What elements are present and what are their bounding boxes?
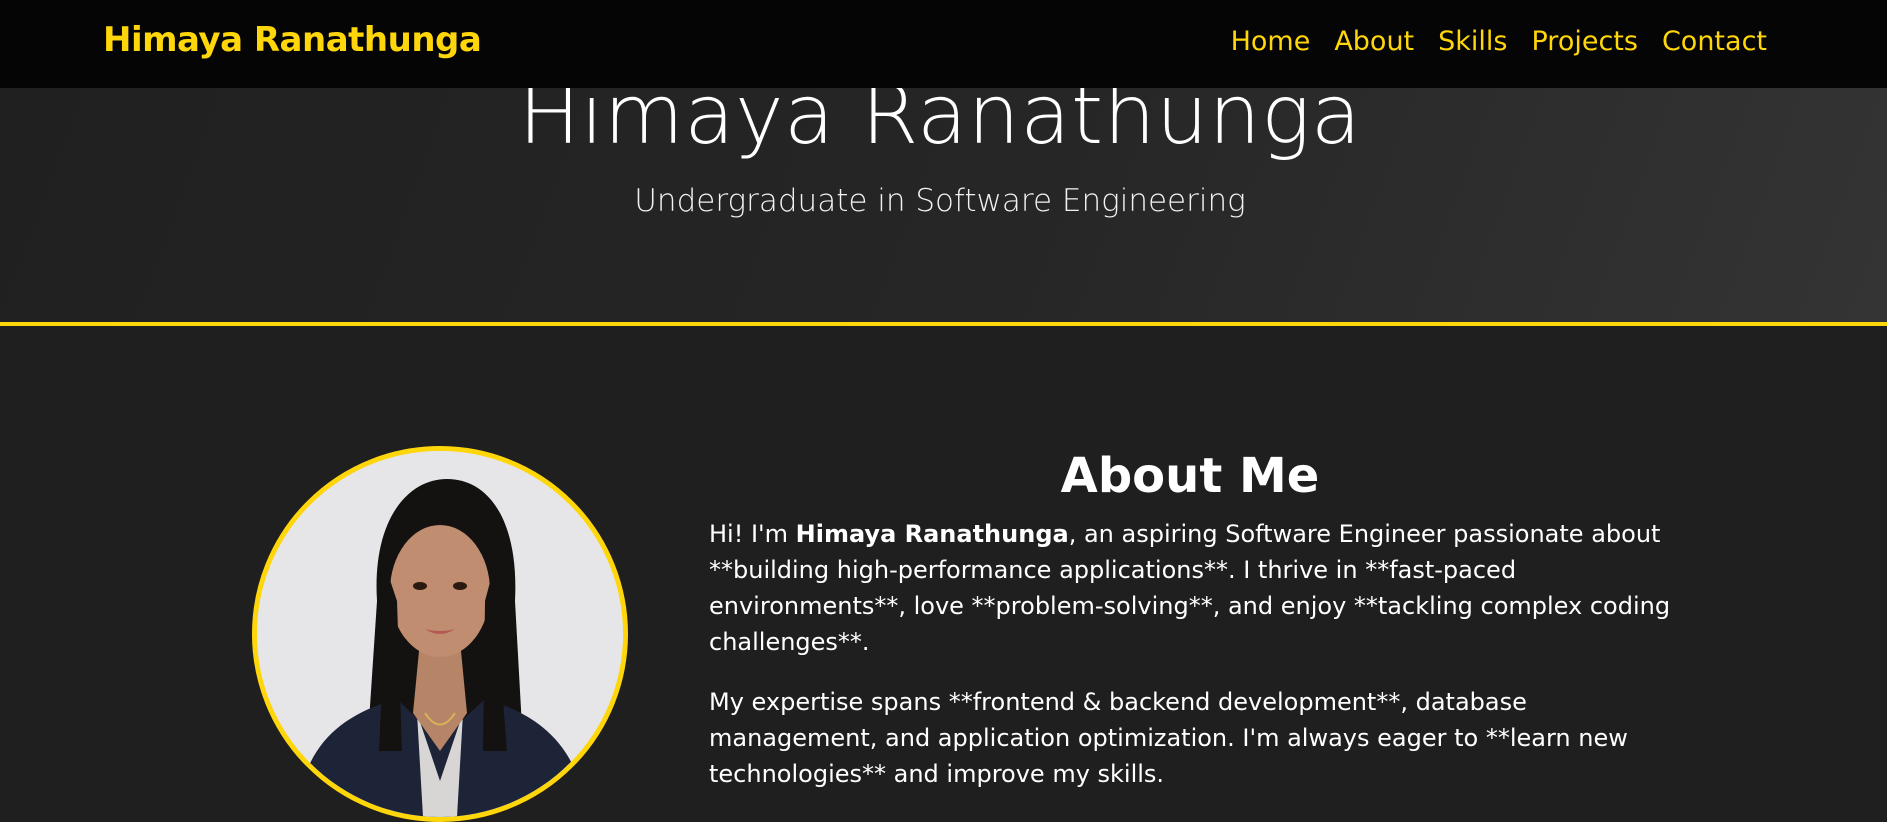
nav-link-skills[interactable]: Skills	[1438, 26, 1507, 57]
about-section: About Me Hi! I'm Himaya Ranathunga, an a…	[0, 326, 1887, 822]
about-name-bold: Himaya Ranathunga	[795, 520, 1069, 548]
brand-logo[interactable]: Himaya Ranathunga	[103, 20, 482, 60]
nav-link-home[interactable]: Home	[1231, 26, 1311, 57]
about-paragraph-1: Hi! I'm Himaya Ranathunga, an aspiring S…	[709, 516, 1689, 660]
about-title: About Me	[1060, 448, 1320, 504]
about-text: Hi! I'm Himaya Ranathunga, an aspiring S…	[709, 516, 1689, 792]
navbar: Himaya Ranathunga Home About Skills Proj…	[0, 0, 1887, 88]
about-intro-text: Hi! I'm	[709, 520, 796, 548]
profile-photo-illustration	[257, 451, 623, 817]
nav-link-projects[interactable]: Projects	[1532, 26, 1638, 57]
nav-link-about[interactable]: About	[1334, 26, 1414, 57]
nav-link-contact[interactable]: Contact	[1662, 26, 1767, 57]
hero-subtitle: Undergraduate in Software Engineering	[634, 183, 1246, 219]
about-paragraph-2: My expertise spans **frontend & backend …	[709, 688, 1628, 788]
nav-links: Home About Skills Projects Contact	[1231, 26, 1767, 57]
